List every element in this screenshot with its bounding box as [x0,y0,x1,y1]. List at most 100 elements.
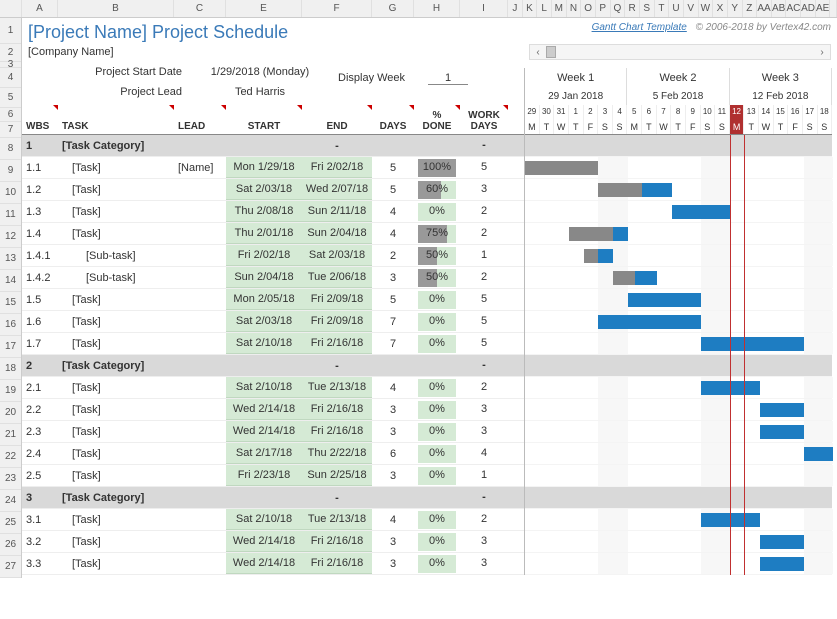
cell-wbs[interactable]: 1.3 [22,206,58,218]
col-header-cell[interactable]: X [713,0,728,17]
gantt-bar[interactable] [760,425,804,439]
col-header-cell[interactable]: N [567,0,582,17]
cell-wbs[interactable]: 1.6 [22,316,58,328]
cell-pct[interactable]: 0% [414,553,460,574]
row-header-cell[interactable]: 15 [0,292,21,314]
cell-task[interactable]: [Task] [58,316,174,328]
cell-start[interactable] [226,487,302,508]
task-row[interactable]: 2.3[Task]Wed 2/14/18Fri 2/16/1830%3 [22,421,524,443]
cell-task[interactable]: [Task] [58,228,174,240]
cell-workdays[interactable]: 2 [460,201,508,222]
cell-pct[interactable]: 0% [414,333,460,354]
cell-end[interactable]: Tue 2/06/18 [302,267,372,288]
scroll-track[interactable] [546,45,814,59]
cell-pct[interactable]: 0% [414,377,460,398]
row-header-cell[interactable]: 24 [0,490,21,512]
row-header-cell[interactable]: 13 [0,248,21,270]
cell-wbs[interactable]: 2.2 [22,404,58,416]
col-header-cell[interactable]: AE [816,0,831,17]
col-header-cell[interactable]: J [508,0,523,17]
cell-wbs[interactable]: 2.1 [22,382,58,394]
cell-pct[interactable]: 0% [414,201,460,222]
cell-end[interactable]: Fri 2/09/18 [302,289,372,310]
task-row[interactable]: 1.3[Task]Thu 2/08/18Sun 2/11/1840%2 [22,201,524,223]
col-header-cell[interactable]: O [581,0,596,17]
gantt-bar[interactable] [672,205,731,219]
cell-task[interactable]: [Task Category] [58,140,174,152]
cell-task[interactable]: [Task] [58,558,174,570]
cell-days[interactable]: 4 [372,201,414,222]
cell-end[interactable]: Wed 2/07/18 [302,179,372,200]
col-header-cell[interactable]: V [684,0,699,17]
cell-wbs[interactable]: 2.4 [22,448,58,460]
cell-days[interactable]: 3 [372,399,414,420]
scroll-left-icon[interactable]: ‹ [530,47,546,58]
cell-start[interactable]: Sat 2/03/18 [226,179,302,200]
cell-end[interactable]: - [302,355,372,376]
cell-days[interactable]: 3 [372,267,414,288]
cell-pct[interactable]: 0% [414,443,460,464]
task-row[interactable]: 2.5[Task]Fri 2/23/18Sun 2/25/1830%1 [22,465,524,487]
cell-task[interactable]: [Task Category] [58,492,174,504]
cell-task[interactable]: [Task Category] [58,360,174,372]
cell-end[interactable]: - [302,487,372,508]
cell-workdays[interactable]: 2 [460,267,508,288]
row-header-cell[interactable]: 8 [0,138,21,160]
row-header-cell[interactable]: 21 [0,424,21,446]
row-header-cell[interactable]: 20 [0,402,21,424]
cell-start[interactable]: Sat 2/10/18 [226,509,302,530]
cell-task[interactable]: [Task] [58,536,174,548]
cell-wbs[interactable]: 1.7 [22,338,58,350]
row-header-cell[interactable]: 19 [0,380,21,402]
task-row[interactable]: 3.1[Task]Sat 2/10/18Tue 2/13/1840%2 [22,509,524,531]
task-row[interactable]: 1.4.2[Sub-task]Sun 2/04/18Tue 2/06/18350… [22,267,524,289]
cell-task[interactable]: [Sub-task] [58,250,174,262]
cell-workdays[interactable]: 2 [460,509,508,530]
cell-pct[interactable]: 75% [414,223,460,244]
cell-start[interactable]: Mon 2/05/18 [226,289,302,310]
row-header-cell[interactable]: 10 [0,182,21,204]
cell-days[interactable]: 3 [372,531,414,552]
gantt-bar[interactable] [598,315,701,329]
cell-wbs[interactable]: 1.4.1 [22,250,58,262]
cell-end[interactable]: Fri 2/16/18 [302,531,372,552]
cell-start[interactable] [226,135,302,156]
cell-end[interactable]: - [302,135,372,156]
task-row[interactable]: 3.2[Task]Wed 2/14/18Fri 2/16/1830%3 [22,531,524,553]
row-header-cell[interactable]: 16 [0,314,21,336]
row-header-cell[interactable]: 9 [0,160,21,182]
cell-pct[interactable]: 50% [414,245,460,266]
cell-days[interactable] [372,487,414,508]
cell-end[interactable]: Sun 2/25/18 [302,465,372,486]
row-header-cell[interactable]: 14 [0,270,21,292]
category-row[interactable]: 3[Task Category]-- [22,487,524,509]
cell-start[interactable]: Sat 2/03/18 [226,311,302,332]
task-row[interactable]: 1.7[Task]Sat 2/10/18Fri 2/16/1870%5 [22,333,524,355]
cell-end[interactable]: Tue 2/13/18 [302,509,372,530]
col-header-cell[interactable]: I [460,0,508,17]
cell-task[interactable]: [Task] [58,184,174,196]
col-header-cell[interactable]: W [699,0,714,17]
cell-wbs[interactable]: 1.4.2 [22,272,58,284]
col-lead[interactable]: LEAD [174,105,226,134]
cell-days[interactable]: 3 [372,421,414,442]
scroll-right-icon[interactable]: › [814,47,830,58]
cell-end[interactable]: Fri 2/02/18 [302,157,372,178]
cell-start[interactable] [226,355,302,376]
gantt-bar[interactable] [701,513,760,527]
start-date-value[interactable]: 1/29/2018 (Monday) [190,66,330,78]
row-header-cell[interactable]: 6 [0,108,21,122]
gantt-bar[interactable] [628,293,701,307]
category-row[interactable]: 1[Task Category]-- [22,135,524,157]
gantt-bar[interactable] [804,447,833,461]
cell-workdays[interactable]: 3 [460,531,508,552]
col-header-cell[interactable]: K [523,0,538,17]
col-end[interactable]: END [302,105,372,134]
cell-wbs[interactable]: 2 [22,360,58,372]
cell-workdays[interactable]: 3 [460,421,508,442]
row-header-cell[interactable]: 23 [0,468,21,490]
col-header-cell[interactable]: AC [786,0,801,17]
col-header-cell[interactable]: U [669,0,684,17]
gantt-bar[interactable] [760,535,804,549]
col-header-cell[interactable]: B [58,0,174,17]
